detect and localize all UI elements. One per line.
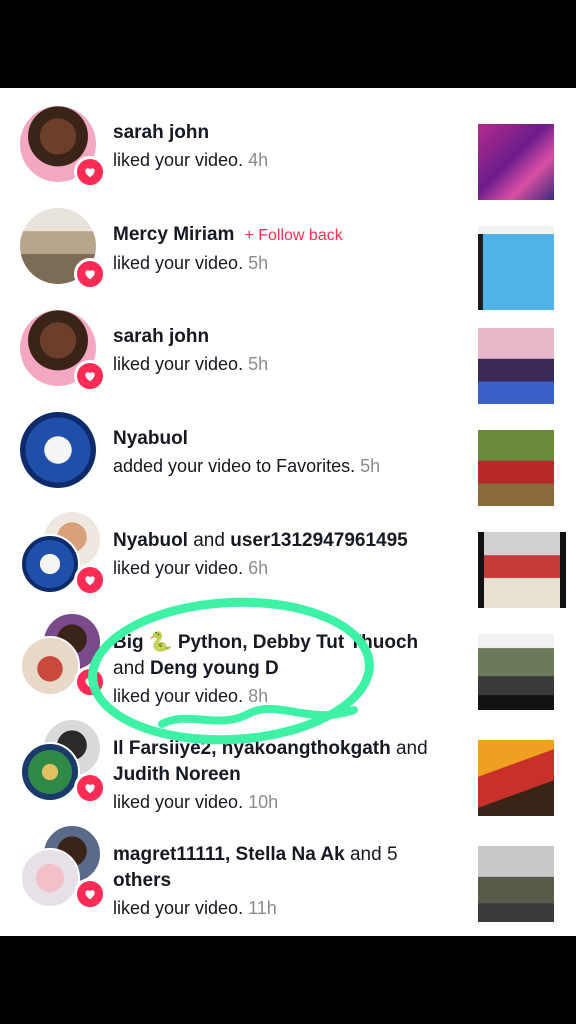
avatar-group[interactable]: [20, 612, 106, 698]
heart-icon: [74, 564, 106, 596]
notification-row[interactable]: magret11111, Stella Na Ak and 5 others l…: [0, 824, 576, 928]
user-name[interactable]: Nyabuol: [113, 530, 188, 551]
notification-text: Nyabuol and user1312947961495 liked your…: [113, 528, 458, 581]
avatar-group[interactable]: [20, 106, 106, 188]
notification-action: liked your video. 5h: [113, 253, 269, 273]
user-name[interactable]: sarah john: [113, 120, 458, 146]
user-name[interactable]: user1312947961495: [230, 530, 408, 551]
heart-icon: [74, 772, 106, 804]
notification-row[interactable]: Nyabuol added your video to Favorites. 5…: [0, 412, 576, 512]
avatar-group[interactable]: [20, 208, 106, 290]
notification-text: magret11111, Stella Na Ak and 5 others l…: [113, 842, 458, 921]
avatar[interactable]: [20, 742, 80, 802]
timestamp: 11h: [248, 898, 277, 918]
video-thumbnail[interactable]: [478, 532, 566, 608]
notification-action: liked your video. 4h: [113, 150, 269, 170]
video-thumbnail[interactable]: [478, 634, 554, 710]
avatar-group[interactable]: [20, 412, 102, 494]
notification-row[interactable]: sarah john liked your video. 4h: [0, 106, 576, 206]
avatar[interactable]: [20, 848, 80, 908]
follow-back-button[interactable]: + Follow back: [244, 227, 342, 244]
notification-text: Big 🐍 Python, Debby Tut Thuoch and Deng …: [113, 630, 458, 709]
notification-action: added your video to Favorites. 5h: [113, 456, 381, 476]
notification-text: sarah john liked your video. 4h: [113, 120, 458, 173]
heart-icon: [74, 666, 106, 698]
notification-row[interactable]: Il Farsiiye2, nyakoangthokgath and Judit…: [0, 718, 576, 822]
notification-text: Mercy Miriam + Follow back liked your vid…: [113, 222, 458, 276]
avatar[interactable]: [20, 636, 80, 696]
avatar-group[interactable]: [20, 310, 106, 392]
video-thumbnail[interactable]: [478, 430, 554, 506]
video-thumbnail[interactable]: [478, 124, 554, 200]
timestamp: 6h: [248, 558, 269, 578]
notification-action: liked your video. 8h: [113, 686, 269, 706]
video-thumbnail[interactable]: [478, 740, 554, 816]
user-names[interactable]: Big 🐍 Python, Debby Tut Thuoch: [113, 630, 458, 656]
notification-row[interactable]: Nyabuol and user1312947961495 liked your…: [0, 510, 576, 614]
video-thumbnail[interactable]: [478, 846, 554, 922]
timestamp: 5h: [360, 456, 381, 476]
heart-icon: [74, 258, 106, 290]
user-names[interactable]: magret11111, Stella Na Ak: [113, 844, 345, 865]
user-name[interactable]: Nyabuol: [113, 426, 458, 452]
timestamp: 8h: [248, 686, 269, 706]
notification-action: liked your video. 11h: [113, 898, 277, 918]
user-name[interactable]: Mercy Miriam: [113, 224, 234, 245]
user-names[interactable]: Il Farsiiye2, nyakoangthokgath: [113, 738, 391, 759]
avatar-group[interactable]: [20, 824, 106, 910]
notification-action: liked your video. 5h: [113, 354, 269, 374]
video-thumbnail[interactable]: [478, 226, 554, 310]
activity-screen: sarah john liked your video. 4h Mercy Mi…: [0, 88, 576, 936]
notification-row[interactable]: sarah john liked your video. 5h: [0, 310, 576, 410]
notification-row[interactable]: Big 🐍 Python, Debby Tut Thuoch and Deng …: [0, 612, 576, 716]
user-name[interactable]: sarah john: [113, 324, 458, 350]
timestamp: 5h: [248, 354, 269, 374]
user-name[interactable]: Judith Noreen: [113, 762, 458, 788]
heart-icon: [74, 360, 106, 392]
notification-text: Nyabuol added your video to Favorites. 5…: [113, 426, 458, 479]
avatar[interactable]: [20, 534, 80, 594]
timestamp: 4h: [248, 150, 269, 170]
user-name[interactable]: Deng young D: [150, 658, 279, 679]
timestamp: 5h: [248, 253, 269, 273]
timestamp: 10h: [248, 792, 279, 812]
heart-icon: [74, 156, 106, 188]
notification-row[interactable]: Mercy Miriam + Follow back liked your vid…: [0, 208, 576, 310]
notification-text: sarah john liked your video. 5h: [113, 324, 458, 377]
avatar[interactable]: [20, 412, 96, 488]
notification-action: liked your video. 10h: [113, 792, 279, 812]
avatar-group[interactable]: [20, 718, 106, 804]
user-name[interactable]: others: [113, 868, 458, 894]
heart-icon: [74, 878, 106, 910]
notification-text: Il Farsiiye2, nyakoangthokgath and Judit…: [113, 736, 458, 815]
notification-action: liked your video. 6h: [113, 558, 269, 578]
video-thumbnail[interactable]: [478, 328, 554, 404]
avatar-group[interactable]: [20, 510, 106, 596]
